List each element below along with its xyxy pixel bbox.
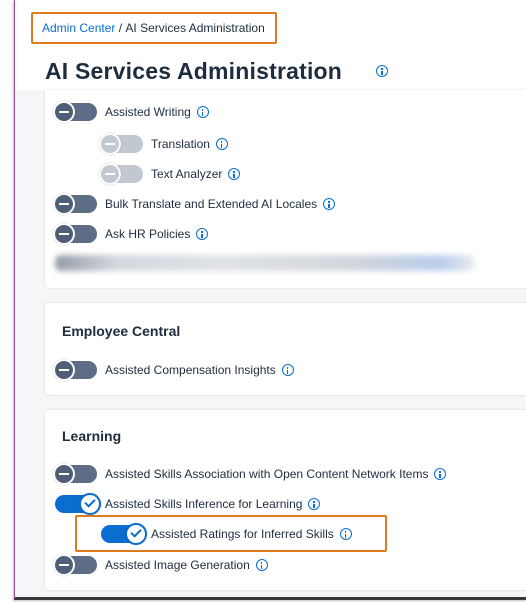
info-icon[interactable] — [323, 198, 336, 210]
skills-inference-toggle[interactable] — [55, 493, 101, 515]
setting-label: Bulk Translate and Extended AI Locales — [105, 197, 318, 211]
setting-row-image-generation: Assisted Image Generation — [53, 554, 268, 576]
setting-label: Assisted Compensation Insights — [105, 363, 276, 377]
setting-label: Assisted Writing — [105, 105, 191, 119]
breadcrumb-admin-center-link[interactable]: Admin Center — [42, 21, 115, 35]
info-icon[interactable] — [376, 65, 388, 77]
info-icon[interactable] — [339, 528, 352, 540]
setting-row-skills-inference: Assisted Skills Inference for Learning — [55, 493, 321, 515]
image-generation-toggle[interactable] — [53, 554, 97, 576]
breadcrumb: Admin Center / AI Services Administratio… — [31, 12, 277, 44]
blurred-setting-row — [55, 255, 475, 271]
text-analyzer-toggle[interactable] — [99, 163, 143, 185]
setting-label: Assisted Skills Association with Open Co… — [105, 467, 429, 481]
breadcrumb-current: AI Services Administration — [125, 21, 265, 35]
info-icon[interactable] — [215, 138, 228, 150]
setting-row-skills-association: Assisted Skills Association with Open Co… — [53, 463, 447, 485]
info-icon[interactable] — [196, 228, 209, 240]
setting-row-ask-hr-policies: Ask HR Policies — [53, 223, 209, 245]
setting-row-translation: Translation — [99, 133, 228, 155]
breadcrumb-separator: / — [115, 21, 126, 35]
ask-hr-policies-toggle[interactable] — [53, 223, 97, 245]
setting-label: Assisted Skills Inference for Learning — [105, 497, 303, 511]
page-title: AI Services Administration — [45, 58, 343, 84]
setting-row-bulk-translate: Bulk Translate and Extended AI Locales — [53, 193, 336, 215]
info-icon[interactable] — [308, 498, 321, 510]
info-icon[interactable] — [228, 168, 241, 180]
info-icon[interactable] — [196, 106, 209, 118]
section-title: Learning — [62, 428, 122, 444]
info-icon[interactable] — [255, 559, 268, 571]
setting-row-text-analyzer: Text Analyzer — [99, 163, 241, 185]
setting-label: Ask HR Policies — [105, 227, 191, 241]
section-title: Employee Central — [62, 323, 181, 339]
skills-association-toggle[interactable] — [53, 463, 97, 485]
setting-label: Text Analyzer — [151, 167, 223, 181]
info-icon[interactable] — [434, 468, 447, 480]
translation-toggle[interactable] — [99, 133, 143, 155]
setting-row-assisted-compensation-insights: Assisted Compensation Insights — [53, 359, 294, 381]
setting-row-assisted-writing: Assisted Writing — [53, 101, 209, 123]
setting-label: Translation — [151, 137, 210, 151]
assisted-writing-toggle[interactable] — [53, 101, 97, 123]
setting-label: Assisted Ratings for Inferred Skills — [151, 527, 334, 541]
info-icon[interactable] — [281, 364, 294, 376]
employee-central-section-card: Employee Central — [45, 303, 526, 395]
setting-row-ratings-inferred-skills: Assisted Ratings for Inferred Skills — [101, 523, 352, 545]
ratings-inferred-skills-toggle[interactable] — [101, 523, 147, 545]
setting-label: Assisted Image Generation — [105, 558, 250, 572]
bulk-translate-toggle[interactable] — [53, 193, 97, 215]
assisted-compensation-insights-toggle[interactable] — [53, 359, 97, 381]
